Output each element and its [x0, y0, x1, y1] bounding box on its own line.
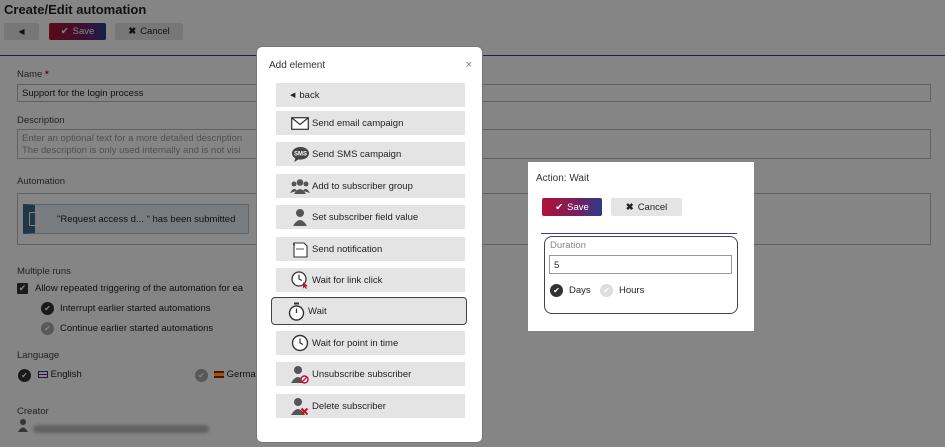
person-icon — [290, 208, 310, 226]
duration-input[interactable]: 5 — [549, 255, 732, 274]
clock-icon — [290, 334, 310, 352]
person-delete-icon — [290, 397, 310, 415]
x-icon: ✖ — [625, 201, 634, 213]
days-radio[interactable]: ✔ — [550, 284, 563, 297]
duration-group: Duration 5 ✔ Days ✔ Hours — [544, 236, 738, 314]
person-block-icon — [290, 365, 310, 384]
wait-panel-title: Action: Wait — [536, 173, 589, 184]
item-unsubscribe-subscriber[interactable]: Unsubscribe subscriber — [276, 362, 465, 386]
notification-icon — [290, 240, 310, 258]
svg-text:SMS: SMS — [293, 151, 306, 157]
duration-label: Duration — [550, 240, 586, 251]
caret-left-icon: ◀ — [290, 92, 296, 99]
close-icon[interactable]: × — [466, 59, 472, 71]
clock-link-icon — [290, 271, 310, 289]
hours-label: Hours — [619, 285, 645, 296]
back-item[interactable]: ◀ back — [276, 83, 465, 107]
item-set-subscriber-field-value[interactable]: Set subscriber field value — [276, 205, 465, 229]
check-icon: ✔ — [555, 201, 564, 213]
item-wait-for-link-click[interactable]: Wait for link click — [276, 268, 465, 292]
hours-radio[interactable]: ✔ — [600, 284, 613, 297]
item-delete-subscriber[interactable]: Delete subscriber — [276, 394, 465, 418]
wait-cancel-button[interactable]: ✖ Cancel — [611, 198, 682, 216]
wait-action-panel: Action: Wait ✔ Save ✖ Cancel Duration 5 … — [528, 162, 754, 331]
wait-panel-divider — [541, 233, 737, 234]
item-send-email-campaign[interactable]: Send email campaign — [276, 111, 465, 135]
item-wait-for-point-in-time[interactable]: Wait for point in time — [276, 331, 465, 355]
item-add-to-subscriber-group[interactable]: Add to subscriber group — [276, 174, 465, 198]
sms-icon: SMS — [290, 145, 310, 163]
modal-title: Add element — [269, 60, 326, 71]
envelope-icon — [290, 114, 310, 132]
item-wait[interactable]: Wait — [271, 297, 467, 325]
wait-save-button[interactable]: ✔ Save — [542, 198, 602, 216]
add-element-modal: Add element × ◀ back Send email campaign… — [256, 46, 483, 443]
group-icon — [290, 177, 310, 195]
item-send-sms-campaign[interactable]: SMS Send SMS campaign — [276, 142, 465, 166]
days-label: Days — [569, 285, 591, 296]
item-send-notification[interactable]: Send notification — [276, 237, 465, 261]
stopwatch-icon — [286, 302, 306, 321]
